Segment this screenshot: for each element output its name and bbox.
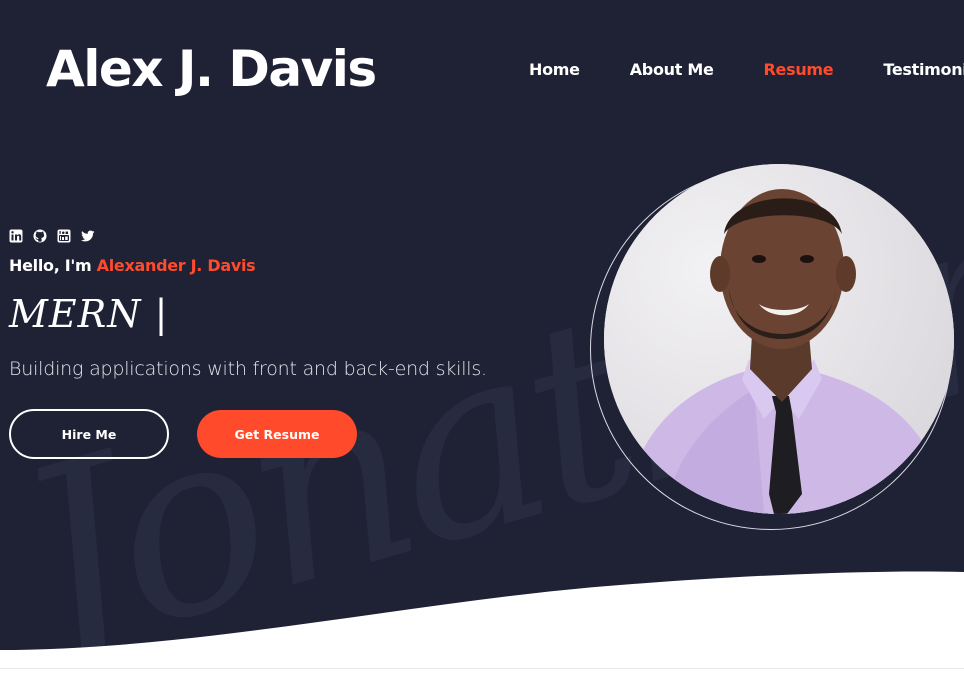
twitter-icon[interactable] [81, 229, 95, 243]
hero-section: Jonathan Alex J. Davis Home About Me Res… [0, 0, 964, 699]
greeting-prefix: Hello, I'm [9, 256, 97, 275]
greeting: Hello, I'm Alexander J. Davis [9, 256, 256, 275]
nav-item-resume[interactable]: Resume [764, 60, 834, 79]
hero-tagline: Building applications with front and bac… [9, 358, 487, 380]
main-nav: Home About Me Resume Testimonial [529, 58, 964, 80]
typed-role: MERN | [9, 292, 169, 336]
github-icon[interactable] [33, 229, 47, 243]
hire-me-button[interactable]: Hire Me [9, 409, 169, 459]
get-resume-button[interactable]: Get Resume [197, 410, 357, 458]
site-brand[interactable]: Alex J. Davis [46, 38, 377, 100]
profile-photo [604, 164, 954, 514]
nav-item-home[interactable]: Home [529, 60, 580, 79]
linkedin-icon[interactable] [9, 229, 23, 243]
wave-divider [0, 571, 964, 699]
youtube-icon[interactable] [57, 229, 71, 243]
nav-item-testimonial[interactable]: Testimonial [883, 60, 964, 79]
section-divider [0, 668, 964, 669]
hero-name: Alexander J. Davis [96, 256, 256, 275]
nav-item-about-me[interactable]: About Me [630, 60, 714, 79]
social-links [9, 229, 95, 243]
